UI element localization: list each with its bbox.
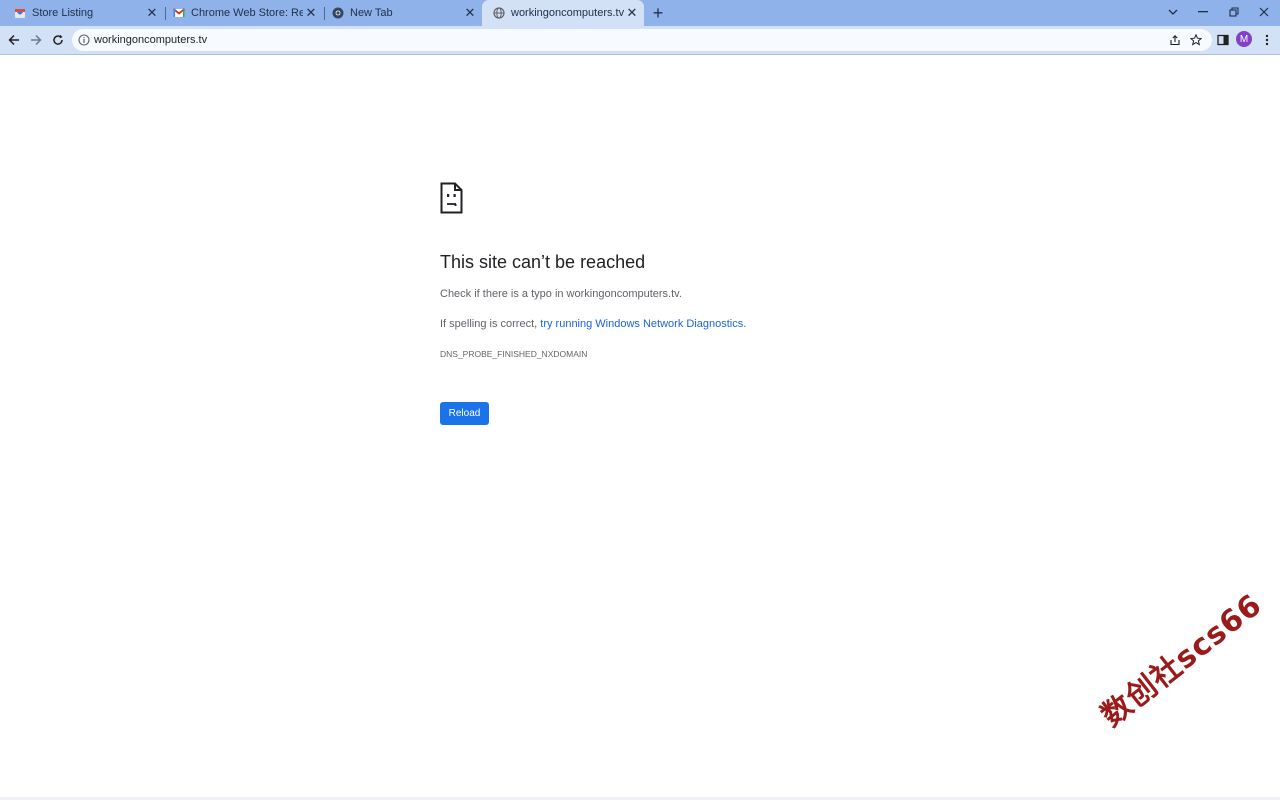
share-button[interactable]	[1165, 30, 1185, 50]
share-icon	[1170, 35, 1180, 46]
back-arrow-icon	[8, 34, 19, 46]
close-tab-icon[interactable]: ✕	[624, 5, 640, 21]
close-tab-icon[interactable]: ✕	[462, 5, 478, 21]
globe-icon	[493, 7, 505, 19]
tab-title: New Tab	[350, 7, 393, 19]
forward-button[interactable]	[26, 30, 46, 50]
new-tab-button[interactable]: +	[648, 3, 668, 23]
tab-strip: Store Listing ✕ Chrome Web Store: Reject…	[0, 0, 1280, 26]
close-tab-icon[interactable]: ✕	[303, 5, 319, 21]
back-button[interactable]	[4, 30, 24, 50]
tab-title: workingoncomputers.tv	[511, 7, 624, 19]
tab-chrome-web-store[interactable]: Chrome Web Store: Rejection noti ✕	[159, 0, 323, 26]
side-panel-icon	[1217, 34, 1229, 46]
site-info-icon[interactable]	[78, 34, 90, 46]
store-listing-favicon	[15, 9, 25, 18]
close-window-button[interactable]	[1253, 2, 1275, 22]
star-icon	[1190, 34, 1202, 46]
address-bar[interactable]: workingoncomputers.tv	[72, 29, 1212, 51]
reload-button[interactable]: Reload	[440, 402, 489, 425]
error-code: DNS_PROBE_FINISHED_NXDOMAIN	[440, 349, 588, 359]
network-diagnostics-link[interactable]: try running Windows Network Diagnostics	[540, 318, 743, 330]
browser-toolbar: workingoncomputers.tv M	[0, 26, 1280, 55]
gmail-icon	[173, 8, 185, 17]
kebab-menu-icon	[1265, 34, 1269, 46]
minimize-button[interactable]	[1192, 2, 1214, 22]
tab-store-listing[interactable]: Store Listing ✕	[0, 0, 164, 26]
close-tab-icon[interactable]: ✕	[144, 5, 160, 21]
refresh-icon	[53, 34, 63, 45]
error-heading: This site can’t be reached	[440, 252, 646, 272]
error-suggestion-prefix: If spelling is correct,	[440, 318, 541, 330]
error-suggestion-suffix: .	[743, 318, 747, 330]
error-suggestion-diagnostics: If spelling is correct, try running Wind…	[440, 318, 746, 330]
tab-workingoncomputers[interactable]: workingoncomputers.tv ✕	[482, 0, 644, 26]
tab-title: Chrome Web Store: Rejection noti	[191, 7, 303, 19]
restore-button[interactable]	[1223, 2, 1245, 22]
side-panel-button[interactable]	[1213, 30, 1233, 50]
menu-button[interactable]	[1257, 30, 1277, 50]
tab-title: Store Listing	[32, 7, 94, 19]
sad-document-icon	[440, 182, 463, 214]
error-suggestion-typo: Check if there is a typo in workingoncom…	[440, 288, 682, 300]
tab-search-dropdown-icon[interactable]	[1162, 2, 1184, 22]
reload-toolbar-button[interactable]	[48, 30, 68, 50]
address-bar-url: workingoncomputers.tv	[94, 34, 208, 46]
watermark: 数创社scs66	[1094, 587, 1269, 734]
bookmark-button[interactable]	[1186, 30, 1206, 50]
chrome-icon	[332, 7, 344, 19]
forward-arrow-icon	[31, 34, 42, 46]
tab-new-tab[interactable]: New Tab ✕	[318, 0, 482, 26]
profile-avatar[interactable]: M	[1236, 31, 1252, 47]
